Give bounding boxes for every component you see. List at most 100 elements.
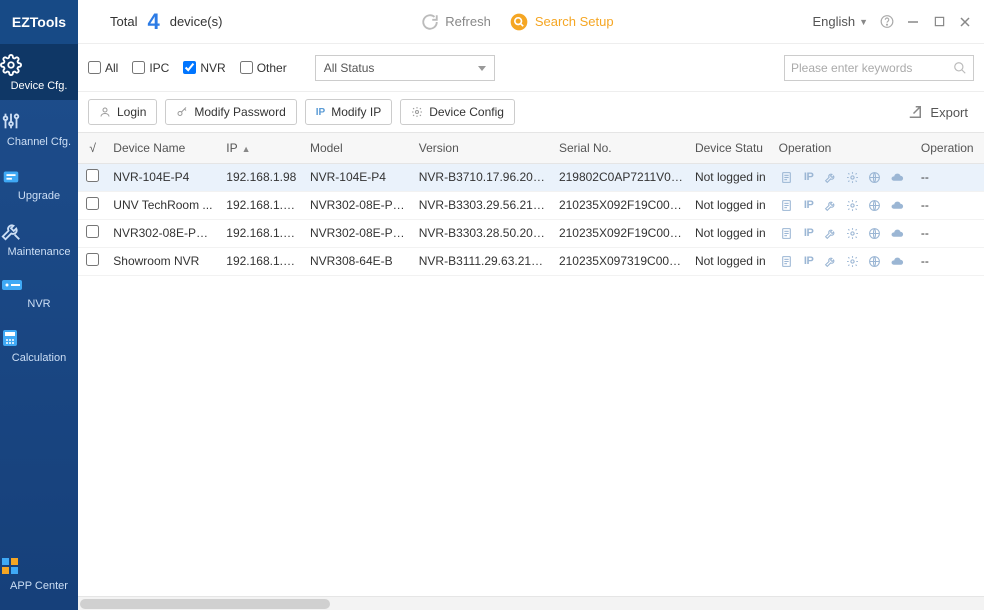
status-select[interactable]: All Status <box>315 55 495 81</box>
nav-app-center[interactable]: APP Center <box>0 546 78 610</box>
filter-all[interactable]: All <box>88 61 118 75</box>
cell-model: NVR302-08E-P8-B <box>304 219 413 247</box>
doc-icon[interactable] <box>779 169 795 185</box>
filter-ipc[interactable]: IPC <box>132 61 169 75</box>
cloud-icon[interactable] <box>889 169 905 185</box>
scrollbar-thumb[interactable] <box>80 599 330 609</box>
col-device-status[interactable]: Device Statu <box>689 133 773 163</box>
search-icon[interactable] <box>953 61 967 75</box>
nav-calculation[interactable]: Calculation <box>0 318 78 372</box>
wrench-icon[interactable] <box>823 225 839 241</box>
cell-operation: IP <box>773 247 915 275</box>
col-check[interactable]: √ <box>78 133 107 163</box>
nav-label: Upgrade <box>18 190 60 202</box>
browser-icon[interactable] <box>867 197 883 213</box>
wrench-icon[interactable] <box>823 169 839 185</box>
cell-model: NVR302-08E-P8-B <box>304 191 413 219</box>
browser-icon[interactable] <box>867 253 883 269</box>
nav-nvr[interactable]: NVR <box>0 266 78 318</box>
browser-icon[interactable] <box>867 169 883 185</box>
search-setup-button[interactable]: Search Setup <box>509 12 614 32</box>
action-bar: Login Modify Password IP Modify IP Devic… <box>78 92 984 132</box>
cell-serial: 210235X092F19C000... <box>553 219 689 247</box>
col-ip[interactable]: IP▲ <box>220 133 304 163</box>
maximize-button[interactable] <box>932 15 946 29</box>
nav-channel-cfg[interactable]: Channel Cfg. <box>0 100 78 156</box>
table-row[interactable]: Showroom NVR192.168.1.252NVR308-64E-BNVR… <box>78 247 984 275</box>
nav-label: APP Center <box>10 580 68 592</box>
filter-bar: All IPC NVR Other All Status <box>78 44 984 92</box>
refresh-button[interactable]: Refresh <box>421 13 491 31</box>
apps-icon <box>0 556 78 576</box>
cell-ip: 192.168.1.98 <box>220 163 304 191</box>
cell-serial: 210235X097319C000... <box>553 247 689 275</box>
nav-label: Calculation <box>12 352 66 364</box>
help-icon[interactable] <box>880 15 894 29</box>
modify-password-button[interactable]: Modify Password <box>165 99 296 125</box>
col-operation[interactable]: Operation <box>773 133 915 163</box>
row-checkbox[interactable] <box>86 169 99 182</box>
row-checkbox[interactable] <box>86 253 99 266</box>
cell-ip: 192.168.1.185 <box>220 219 304 247</box>
doc-icon[interactable] <box>779 225 795 241</box>
nav-upgrade[interactable]: Upgrade <box>0 156 78 210</box>
horizontal-scrollbar[interactable] <box>78 596 984 610</box>
gear-icon[interactable] <box>845 169 861 185</box>
gear-icon[interactable] <box>845 197 861 213</box>
total-count: 4 <box>147 9 159 35</box>
col-device-name[interactable]: Device Name <box>107 133 220 163</box>
upgrade-icon <box>0 166 78 186</box>
close-button[interactable] <box>958 15 972 29</box>
ip-text-icon[interactable]: IP <box>801 169 817 185</box>
filter-nvr[interactable]: NVR <box>183 61 225 75</box>
total-label: Total <box>110 14 137 29</box>
gear-icon[interactable] <box>845 225 861 241</box>
cloud-icon[interactable] <box>889 197 905 213</box>
language-select[interactable]: English ▼ <box>812 14 868 29</box>
status-selected-label: All Status <box>324 61 375 75</box>
modify-ip-button[interactable]: IP Modify IP <box>305 99 392 125</box>
row-checkbox[interactable] <box>86 225 99 238</box>
gear-icon <box>0 54 78 76</box>
filter-other[interactable]: Other <box>240 61 287 75</box>
cell-version: NVR-B3303.29.56.2105... <box>413 191 553 219</box>
table-row[interactable]: NVR-104E-P4192.168.1.98NVR-104E-P4NVR-B3… <box>78 163 984 191</box>
search-setup-icon <box>509 12 529 32</box>
col-operation2[interactable]: Operation <box>915 133 984 163</box>
export-button[interactable]: Export <box>906 103 974 121</box>
table-header-row: √ Device Name IP▲ Model Version Serial N… <box>78 133 984 163</box>
ip-icon: IP <box>316 107 325 118</box>
doc-icon[interactable] <box>779 197 795 213</box>
wrench-icon[interactable] <box>823 197 839 213</box>
browser-icon[interactable] <box>867 225 883 241</box>
table-row[interactable]: NVR302-08E-P8-B192.168.1.185NVR302-08E-P… <box>78 219 984 247</box>
minimize-button[interactable] <box>906 15 920 29</box>
cell-status: Not logged in <box>689 163 773 191</box>
gear-icon <box>411 106 423 118</box>
login-button[interactable]: Login <box>88 99 157 125</box>
doc-icon[interactable] <box>779 253 795 269</box>
cloud-icon[interactable] <box>889 225 905 241</box>
col-version[interactable]: Version <box>413 133 553 163</box>
row-checkbox[interactable] <box>86 197 99 210</box>
cell-name: Showroom NVR <box>107 247 220 275</box>
app-logo: EZTools <box>0 0 78 44</box>
cell-version: NVR-B3111.29.63.2106... <box>413 247 553 275</box>
cell-serial: 219802C0AP7211V00... <box>553 163 689 191</box>
ip-text-icon[interactable]: IP <box>801 197 817 213</box>
ip-text-icon[interactable]: IP <box>801 253 817 269</box>
sliders-icon <box>0 110 78 132</box>
col-serial[interactable]: Serial No. <box>553 133 689 163</box>
table-row[interactable]: UNV TechRoom ...192.168.1.107NVR302-08E-… <box>78 191 984 219</box>
nav-device-cfg[interactable]: Device Cfg. <box>0 44 78 100</box>
nav-label: Maintenance <box>8 246 71 258</box>
gear-icon[interactable] <box>845 253 861 269</box>
wrench-icon[interactable] <box>823 253 839 269</box>
search-box[interactable] <box>784 55 974 81</box>
device-config-button[interactable]: Device Config <box>400 99 515 125</box>
col-model[interactable]: Model <box>304 133 413 163</box>
nav-maintenance[interactable]: Maintenance <box>0 210 78 266</box>
search-input[interactable] <box>791 61 953 75</box>
ip-text-icon[interactable]: IP <box>801 225 817 241</box>
cloud-icon[interactable] <box>889 253 905 269</box>
